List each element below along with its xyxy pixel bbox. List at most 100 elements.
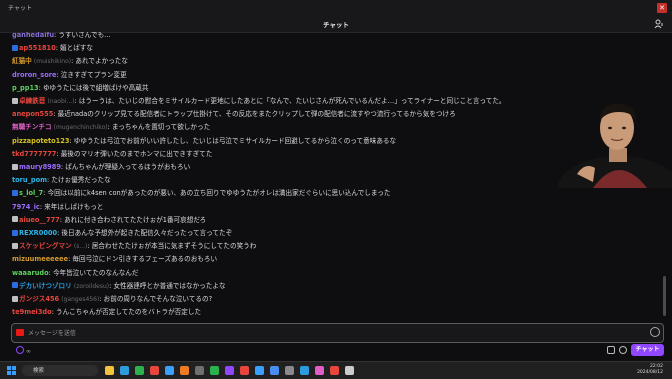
chat-message: ガンジス456 (ganges456): お前の周りなんでそんな泣いてるの? bbox=[12, 294, 212, 305]
chat-message-text: : ゆゆうたは弓泣でお前がいい許したし、たいじは弓泣でミサイルカード回避してるか… bbox=[69, 136, 397, 145]
chat-username[interactable]: ガンジス456 bbox=[19, 295, 59, 303]
chat-username[interactable]: droron_sore bbox=[12, 71, 56, 79]
chat-message: waaarudo: 今年皆泣いてたのなんなんだ bbox=[12, 268, 138, 279]
taskbar-app-icon[interactable] bbox=[120, 366, 129, 375]
taskbar-app-icon[interactable] bbox=[150, 366, 159, 375]
shield-icon[interactable] bbox=[607, 346, 615, 354]
chat-message-text: : まっちゃんを置切って欲しかった bbox=[107, 123, 211, 132]
taskbar-clock[interactable]: 22:02 2024/08/12 bbox=[631, 364, 663, 376]
chat-message: aiueo__777: あれに付き合わされてたたけぉが1番可哀想だろ bbox=[12, 215, 206, 226]
chat-username[interactable]: ap551810 bbox=[19, 44, 56, 52]
chat-message: p_pp13: ゆゆうたには後で組増ばけや高蔵共 bbox=[12, 83, 148, 94]
chat-message: 紅猫中 (muishikino): あれでよかったな bbox=[12, 56, 128, 67]
user-badge-icon[interactable] bbox=[12, 229, 18, 236]
taskbar-app-icon[interactable] bbox=[255, 366, 264, 375]
chat-message-text: : うすいさんでも… bbox=[54, 32, 111, 39]
taskbar-app-icon[interactable] bbox=[225, 366, 234, 375]
chat-username[interactable]: 卓練鉄苣 bbox=[19, 97, 45, 105]
user-badge-icon[interactable] bbox=[12, 295, 18, 302]
chat-message: 卓練鉄苣 (naobi...): はうーうは、たいじの慰合をミサイルカード更地に… bbox=[12, 96, 506, 107]
taskbar-app-icon[interactable] bbox=[165, 366, 174, 375]
window-title: チャット bbox=[8, 5, 32, 12]
chat-message-text: : お前の周りなんでそんな泣いてるの? bbox=[99, 295, 213, 303]
chat-message-text: : うんこちゃんが否定してたのをバトラが否定した bbox=[51, 308, 202, 317]
chat-username[interactable]: 7974_ic bbox=[12, 203, 40, 211]
channel-points[interactable]: ∞ bbox=[16, 346, 31, 355]
taskbar-app-icon[interactable] bbox=[330, 366, 339, 375]
taskbar-app-icon[interactable] bbox=[195, 366, 204, 375]
chat-username[interactable]: p_pp13 bbox=[12, 84, 39, 92]
points-icon bbox=[16, 346, 24, 354]
chat-scrollbar[interactable] bbox=[663, 276, 666, 316]
chat-message: tkd7777777: 最後のマリオ弾いたのまでホンマに出できすぎてた bbox=[12, 149, 212, 160]
close-icon[interactable]: ✕ bbox=[657, 3, 667, 13]
chat-username[interactable]: REXR0000 bbox=[19, 229, 57, 237]
chat-username[interactable]: anepon555 bbox=[12, 110, 53, 118]
chat-username[interactable]: ganhedaifu bbox=[12, 32, 54, 39]
chat-message-text: : 今回は以前にk4sen conがあったのが悪い、あの立ち回りでゆゆうたがオレ… bbox=[43, 189, 391, 198]
chat-message: toru_pom: たけぉ優秀だったな bbox=[12, 175, 111, 186]
chat-message: ap551810: 媚とばすな bbox=[12, 43, 93, 54]
chat-username[interactable]: 紅猫中 bbox=[12, 57, 32, 65]
windows-start-icon[interactable] bbox=[7, 366, 16, 375]
chat-header: チャット bbox=[0, 16, 672, 33]
points-value: ∞ bbox=[26, 348, 31, 355]
chat-input[interactable]: メッセージを送信 bbox=[11, 323, 664, 343]
taskbar-search[interactable]: 検索 bbox=[22, 365, 98, 376]
taskbar-app-icon[interactable] bbox=[240, 366, 249, 375]
taskbar-app-icon[interactable] bbox=[210, 366, 219, 375]
taskbar-app-icon[interactable] bbox=[345, 366, 354, 375]
chat-username[interactable]: waaarudo bbox=[12, 269, 49, 277]
user-badge-icon[interactable] bbox=[12, 97, 18, 104]
chat-message-text: : はうーうは、たいじの慰合をミサイルカード更地にしたあとに「なんで、たいじさん… bbox=[74, 97, 506, 105]
taskbar-app-icon[interactable] bbox=[300, 366, 309, 375]
chat-username[interactable]: 無職チンチコ bbox=[12, 123, 52, 131]
chat-message-text: : ゆゆうたには後で組増ばけや高蔵共 bbox=[38, 83, 149, 92]
chat-username-login: (mugenchinchiko) bbox=[53, 124, 108, 132]
user-badge-icon[interactable] bbox=[12, 242, 18, 249]
taskbar-app-icon[interactable] bbox=[135, 366, 144, 375]
chat-username[interactable]: aiueo__777 bbox=[19, 216, 60, 224]
taskbar-app-icon[interactable] bbox=[180, 366, 189, 375]
user-badge-icon[interactable] bbox=[12, 189, 18, 196]
user-badge-icon[interactable] bbox=[12, 282, 18, 289]
chat-username[interactable]: デカいけつゾロリ bbox=[19, 282, 72, 290]
chat-username[interactable]: mizuumeeeeee bbox=[12, 255, 68, 263]
window-titlebar: チャット ✕ bbox=[0, 0, 672, 16]
chat-username[interactable]: tkd7777777 bbox=[12, 150, 56, 158]
chat-send-button[interactable]: チャット bbox=[631, 344, 664, 356]
chat-username[interactable]: pizzapoteto123 bbox=[12, 137, 69, 145]
channel-badge-icon bbox=[16, 329, 24, 336]
taskbar-app-icon[interactable] bbox=[105, 366, 114, 375]
taskbar-app-icon[interactable] bbox=[285, 366, 294, 375]
streamer-webcam bbox=[549, 92, 672, 188]
chat-username[interactable]: s_lol_7 bbox=[19, 189, 43, 197]
chat-message: anepon555: 最近nadaのクリップ見てる配信者にトラップ仕掛けて、その… bbox=[12, 109, 456, 120]
emote-picker-icon[interactable] bbox=[650, 327, 660, 337]
chat-username[interactable]: te9mei3do bbox=[12, 308, 52, 316]
user-list-icon[interactable] bbox=[654, 19, 664, 29]
chat-message-text: : 毎回弓泣にドン引きするフェーズあるのおもろい bbox=[68, 255, 218, 264]
chat-message-text: : あれに付き合わされてたたけぉが1番可哀想だろ bbox=[59, 215, 207, 224]
chat-message: pizzapoteto123: ゆゆうたは弓泣でお前がいい許したし、たいじは弓泣… bbox=[12, 136, 396, 147]
chat-message-text: : ぱんちゃんが理疑入ってるほうがおもろい bbox=[60, 163, 191, 171]
user-badge-icon[interactable] bbox=[12, 44, 18, 51]
chat-username[interactable]: maury8989 bbox=[19, 163, 61, 171]
user-badge-icon[interactable] bbox=[12, 163, 18, 170]
chat-message: mizuumeeeeee: 毎回弓泣にドン引きするフェーズあるのおもろい bbox=[12, 254, 217, 265]
user-badge-icon[interactable] bbox=[12, 216, 18, 223]
taskbar-date: 2024/08/12 bbox=[637, 370, 663, 375]
settings-icon[interactable] bbox=[619, 346, 627, 354]
chat-message-text: : あれでよかったな bbox=[71, 57, 128, 66]
chat-username-login: (muishikino) bbox=[33, 58, 72, 66]
chat-username-login: (s...) bbox=[73, 243, 88, 251]
taskbar: 検索 22:02 2024/08/12 bbox=[0, 361, 672, 379]
taskbar-app-icon[interactable] bbox=[315, 366, 324, 375]
chat-username[interactable]: toru_pom bbox=[12, 176, 47, 184]
chat-message: 7974_ic: 来年はしばけもっと bbox=[12, 202, 104, 213]
chat-username[interactable]: スケッピングマン bbox=[19, 242, 72, 250]
taskbar-app-icon[interactable] bbox=[270, 366, 279, 375]
chat-username-login: (zoroildesu) bbox=[73, 282, 110, 290]
chat-message: te9mei3do: うんこちゃんが否定してたのをバトラが否定した bbox=[12, 307, 201, 318]
chat-message-text: : 来年はしばけもっと bbox=[39, 202, 104, 211]
